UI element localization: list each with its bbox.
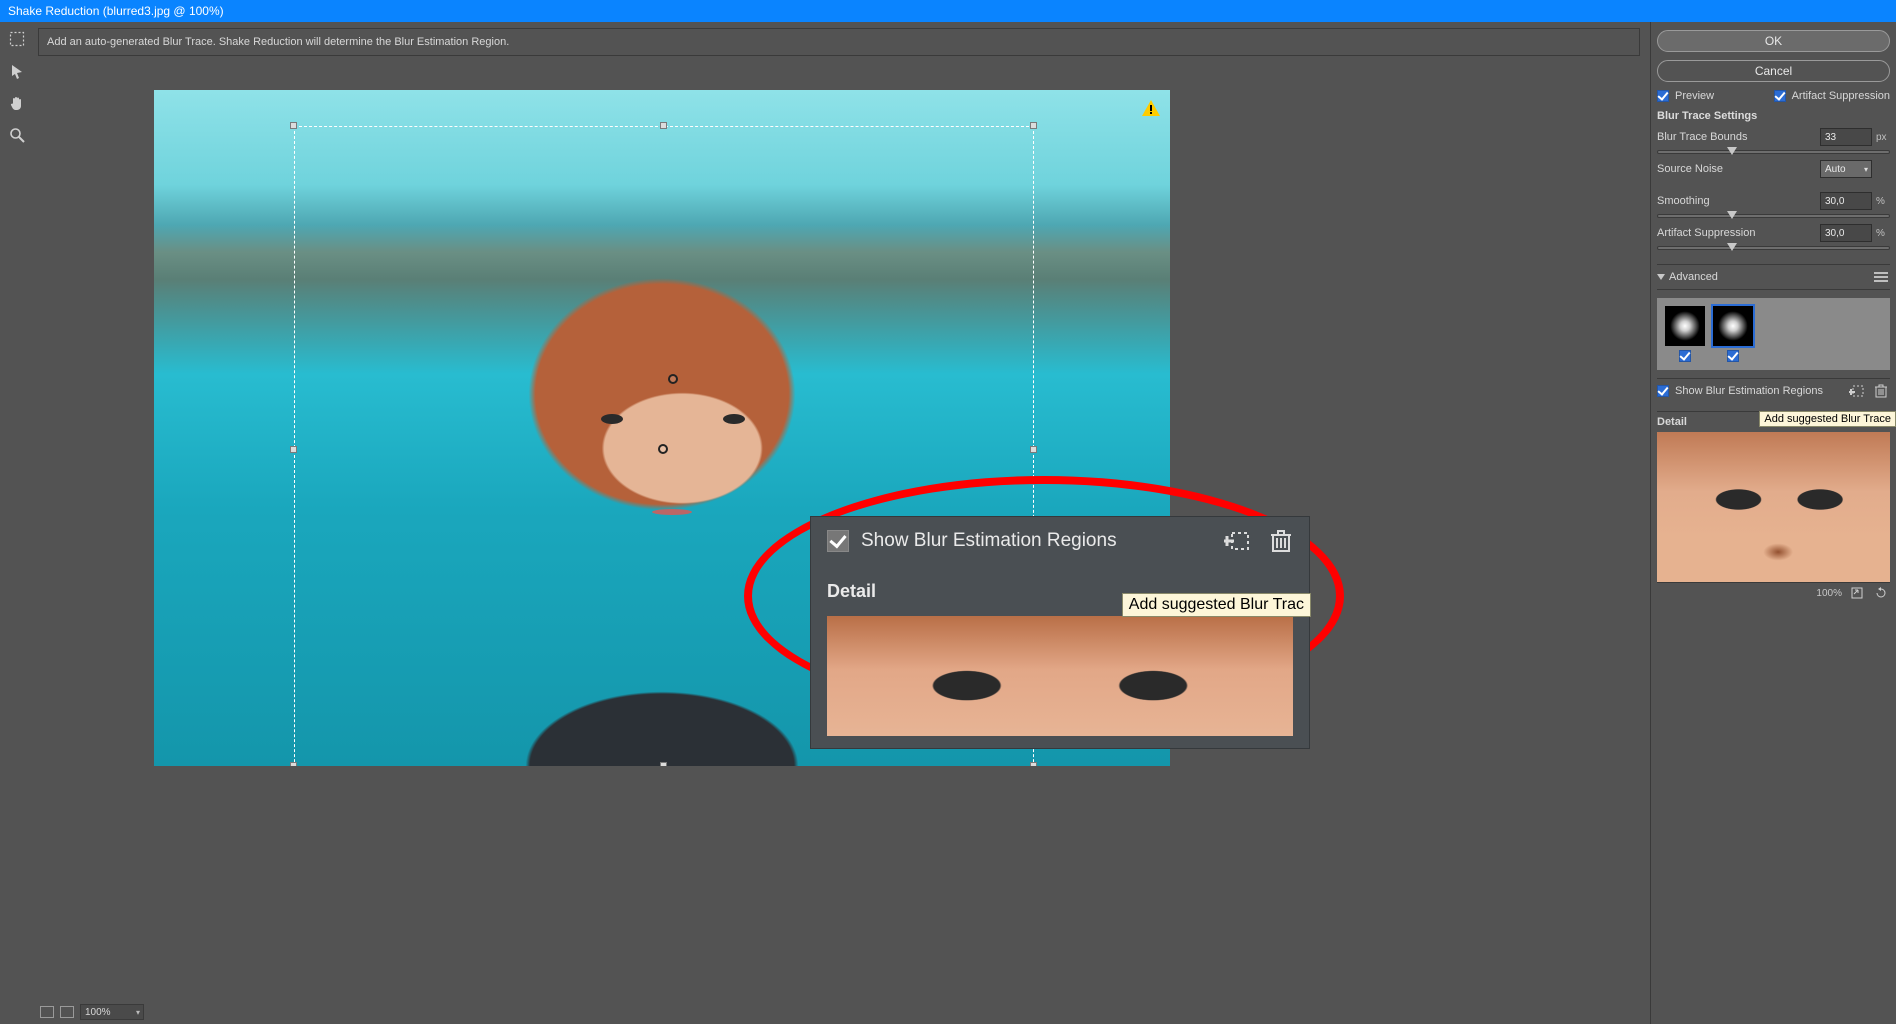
bounds-unit: px: [1876, 132, 1890, 143]
preview-checkbox[interactable]: Preview: [1657, 90, 1714, 102]
blur-trace-thumbnails: [1657, 298, 1890, 370]
advanced-label: Advanced: [1669, 271, 1718, 283]
callout-checkbox[interactable]: [827, 530, 849, 552]
checkbox-icon: [1774, 90, 1786, 102]
zoom-icon: [9, 127, 25, 143]
delete-blur-trace-button[interactable]: [1872, 383, 1890, 399]
titlebar: Shake Reduction (blurred3.jpg @ 100%): [0, 0, 1896, 22]
detail-label: Detail: [1657, 416, 1687, 428]
trash-icon: [1874, 384, 1888, 398]
regions-strip: Show Blur Estimation Regions: [1657, 378, 1890, 403]
show-regions-checkbox[interactable]: Show Blur Estimation Regions: [1657, 385, 1823, 397]
checkbox-icon: [1657, 385, 1669, 397]
blur-trace-thumb-2[interactable]: [1713, 306, 1753, 362]
detail-zoom: 100%: [1816, 588, 1842, 599]
reset-loupe-button[interactable]: [1872, 585, 1890, 601]
artifact-label: Artifact Suppression: [1792, 90, 1890, 102]
marquee-icon: [9, 31, 25, 47]
smoothing-label: Smoothing: [1657, 195, 1710, 207]
handle-sw[interactable]: [290, 762, 297, 766]
noise-label: Source Noise: [1657, 163, 1723, 175]
checkbox-icon: [1657, 90, 1669, 102]
hand-icon: [9, 95, 25, 111]
add-trace-icon: [1224, 530, 1250, 552]
marquee-tool[interactable]: [6, 28, 28, 50]
zoom-level[interactable]: 100%: [80, 1004, 144, 1020]
artifact-suppression-checkbox[interactable]: Artifact Suppression: [1774, 90, 1890, 102]
arrow-icon: [9, 63, 25, 79]
kernel-preview-1: [1665, 306, 1705, 346]
detail-section: Detail Add suggested Blur Trace 100%: [1657, 411, 1890, 603]
blur-trace-settings: Blur Trace Settings Blur Trace Bounds 33…: [1657, 110, 1890, 252]
add-trace-icon: [1849, 384, 1865, 398]
zoom-value: 100%: [85, 1007, 111, 1018]
arrow-tool[interactable]: [6, 60, 28, 82]
handle-w[interactable]: [290, 446, 297, 453]
callout-tooltip: Add suggested Blur Trac: [1122, 593, 1311, 617]
trash-icon: [1270, 529, 1292, 553]
panel-menu-icon[interactable]: [1872, 269, 1890, 285]
trace-marker-1[interactable]: [668, 374, 678, 384]
thumb-check-1[interactable]: [1679, 350, 1691, 362]
suppression-slider[interactable]: [1657, 246, 1890, 250]
right-panel: OK Cancel Preview Artifact Suppression B…: [1650, 22, 1896, 1024]
suppression-label: Artifact Suppression: [1657, 227, 1755, 239]
callout-show-regions-label: Show Blur Estimation Regions: [861, 530, 1117, 552]
bounds-label: Blur Trace Bounds: [1657, 131, 1748, 143]
handle-s[interactable]: [660, 762, 667, 766]
artifact-suppression-field: Artifact Suppression 30,0 %: [1657, 224, 1890, 242]
callout-detail-image: [827, 616, 1293, 736]
blur-trace-thumb-1[interactable]: [1665, 306, 1705, 362]
callout-show-regions-row: Show Blur Estimation Regions: [827, 529, 1293, 553]
advanced-header[interactable]: Advanced: [1657, 264, 1890, 290]
handle-nw[interactable]: [290, 122, 297, 129]
cancel-button[interactable]: Cancel: [1657, 60, 1890, 82]
show-regions-label: Show Blur Estimation Regions: [1675, 385, 1823, 397]
handle-e[interactable]: [1030, 446, 1037, 453]
source-noise-field: Source Noise Auto: [1657, 160, 1890, 178]
add-suggested-tooltip: Add suggested Blur Trace: [1759, 411, 1896, 427]
handle-n[interactable]: [660, 122, 667, 129]
suppression-unit: %: [1876, 228, 1890, 239]
handle-ne[interactable]: [1030, 122, 1037, 129]
reset-icon: [1875, 587, 1887, 599]
window-title: Shake Reduction (blurred3.jpg @ 100%): [8, 4, 224, 18]
handle-se[interactable]: [1030, 762, 1037, 766]
disclosure-triangle-icon: [1657, 274, 1665, 280]
actual-pixels-icon[interactable]: [60, 1006, 74, 1018]
suppression-input[interactable]: 30,0: [1820, 224, 1872, 242]
kernel-preview-2: [1713, 306, 1753, 346]
trace-marker-2[interactable]: [658, 444, 668, 454]
bounds-slider[interactable]: [1657, 150, 1890, 154]
hand-tool[interactable]: [6, 92, 28, 114]
left-toolbar: [0, 22, 34, 1024]
info-text: Add an auto-generated Blur Trace. Shake …: [47, 36, 509, 48]
source-noise-select[interactable]: Auto: [1820, 160, 1872, 178]
fit-screen-icon[interactable]: [40, 1006, 54, 1018]
cancel-label: Cancel: [1755, 64, 1792, 78]
preview-label: Preview: [1675, 90, 1714, 102]
smoothing-input[interactable]: 30,0: [1820, 192, 1872, 210]
preview-row: Preview Artifact Suppression: [1657, 90, 1890, 102]
ok-button[interactable]: OK: [1657, 30, 1890, 52]
detail-loupe-image[interactable]: [1657, 432, 1890, 582]
annotation-callout: Show Blur Estimation Regions Detail Add …: [810, 516, 1310, 749]
callout-add-trace-button[interactable]: [1223, 529, 1251, 553]
blur-trace-bounds-field: Blur Trace Bounds 33 px: [1657, 128, 1890, 146]
warning-icon: [1142, 100, 1160, 116]
thumb-check-2[interactable]: [1727, 350, 1739, 362]
zoom-tool[interactable]: [6, 124, 28, 146]
settings-title: Blur Trace Settings: [1657, 110, 1890, 122]
bounds-input[interactable]: 33: [1820, 128, 1872, 146]
smoothing-slider[interactable]: [1657, 214, 1890, 218]
smoothing-unit: %: [1876, 196, 1890, 207]
info-bar: Add an auto-generated Blur Trace. Shake …: [38, 28, 1640, 56]
undock-icon: [1851, 587, 1863, 599]
ok-label: OK: [1765, 34, 1782, 48]
smoothing-field: Smoothing 30,0 %: [1657, 192, 1890, 210]
undock-loupe-button[interactable]: [1848, 585, 1866, 601]
callout-delete-button[interactable]: [1269, 529, 1293, 553]
add-blur-trace-button[interactable]: [1848, 383, 1866, 399]
status-bar: 100%: [34, 1000, 150, 1024]
